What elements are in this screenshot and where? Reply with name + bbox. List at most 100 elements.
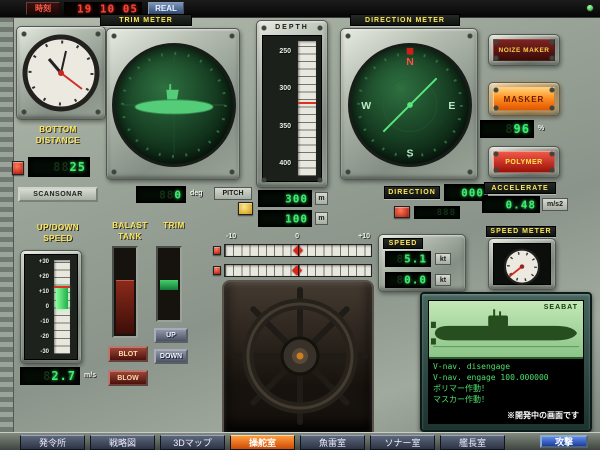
monitor-log-line: V-nav. engage 100.000000	[433, 372, 581, 383]
depth-indicator-button[interactable]	[238, 202, 253, 215]
tab-command-room[interactable]: 発令所	[20, 435, 85, 450]
monitor-sub-view: SEABAT	[429, 301, 583, 359]
compass-west: W	[361, 101, 371, 112]
noize-maker-button[interactable]: NOIZE MAKER	[493, 39, 555, 61]
speed-target-unit: kt	[435, 253, 451, 265]
tab-captain-room[interactable]: 艦長室	[440, 435, 505, 450]
rudder-gauge-2[interactable]	[224, 264, 372, 277]
speed-meter-gauge	[495, 245, 549, 285]
ballast-blot-button[interactable]: BLOT	[108, 346, 148, 362]
tab-3d-map[interactable]: 3Dマップ	[160, 435, 225, 450]
rudder-gauge-1[interactable]	[224, 244, 372, 257]
masker-percent-value: 96	[514, 122, 530, 136]
direction-sub-button[interactable]	[394, 206, 410, 218]
compass-east: E	[448, 101, 455, 112]
tab-sonar-room[interactable]: ソナー室	[370, 435, 435, 450]
bottom-distance-label-line1: BOTTOM	[12, 124, 104, 135]
direction-meter-title: DIRECTION METER	[350, 14, 460, 26]
trim-tank-level	[160, 280, 178, 290]
bottom-distance-display: 8888 25	[28, 157, 90, 177]
depth-scale-label: 300	[279, 85, 291, 92]
compass-north: N	[406, 57, 414, 68]
submarine-profile-icon	[431, 309, 577, 344]
tab-torpedo-room[interactable]: 魚雷室	[300, 435, 365, 450]
accelerate-label: ACCELERATE	[484, 182, 556, 194]
updown-scale-label: +10	[39, 289, 49, 295]
rudder-scale-label: -10	[226, 233, 236, 240]
updown-scale-label: 0	[46, 304, 49, 310]
submarine-name-label: SEABAT	[544, 304, 578, 311]
accelerate-value: 0.48	[506, 198, 537, 211]
updown-label-line2: SPEED	[12, 233, 104, 244]
speedometer-hub	[520, 264, 524, 268]
polymer-button[interactable]: POLYMER	[493, 151, 555, 173]
bottom-distance-label-line2: DISTANCE	[12, 135, 104, 146]
monitor-log: V-nav. disengageV-nav. engage 100.000000…	[433, 361, 581, 405]
bottom-distance-label: BOTTOM DISTANCE	[12, 124, 104, 146]
time-label-button[interactable]: 時刻	[26, 2, 60, 15]
noize-maker-panel: NOIZE MAKER	[488, 34, 560, 66]
depth-scale-label: 400	[279, 160, 291, 167]
tab-helm-room[interactable]: 操舵室	[230, 435, 295, 450]
trim-meter-scope	[112, 43, 236, 167]
updown-scale: +30+20+100-10-20-30	[27, 259, 49, 355]
updown-scale-label: -30	[40, 349, 49, 355]
updown-speed-label: UP/DOWN SPEED	[12, 222, 104, 244]
ballast-label-line1: BALAST	[104, 220, 156, 231]
depth-scale-label: 250	[279, 48, 291, 55]
pitch-label: PITCH	[214, 187, 252, 200]
masker-button[interactable]: MASKER	[493, 87, 555, 111]
direction-meter-scope: N E S W	[348, 43, 472, 167]
analog-clock	[20, 30, 102, 116]
updown-scale-label: -10	[40, 319, 49, 325]
rudder-marker-1	[293, 246, 303, 256]
speed-meter-panel	[488, 238, 556, 290]
depth-marker	[298, 102, 316, 104]
compass-south: S	[407, 148, 414, 159]
top-status-bar: 時刻 19 10 05 REAL	[0, 0, 600, 18]
monitor-screen: SEABAT V-nav. disengageV-nav. engage 100…	[428, 300, 584, 424]
depth-strip	[297, 40, 317, 177]
ballast-blow-button[interactable]: BLOW	[108, 370, 148, 386]
depth-target-value: 300	[285, 192, 308, 205]
updown-scale-label: +20	[39, 274, 49, 280]
trim-meter-panel	[106, 28, 240, 180]
updown-strip	[53, 259, 71, 355]
tab-strategy-map[interactable]: 戦略図	[90, 435, 155, 450]
speed-meter-title: SPEED METER	[486, 226, 556, 237]
trim-meter-title: TRIM METER	[100, 14, 192, 26]
monitor-log-line: ポリマー作動！	[433, 383, 581, 394]
updown-speed-display: 88.8 2.7	[20, 367, 80, 385]
masker-panel: MASKER	[488, 82, 560, 116]
rudder-indicator-1	[213, 246, 221, 255]
direction-label: DIRECTION	[384, 186, 440, 199]
bottom-distance-value: 25	[70, 160, 86, 174]
trim-up-button[interactable]: UP	[154, 328, 188, 343]
updown-speed-gauge: +30+20+100-10-20-30	[20, 250, 82, 364]
updown-scale-label: +30	[39, 259, 49, 265]
ballast-tank-label: BALAST TANK	[104, 220, 156, 242]
trim-down-button[interactable]: DOWN	[154, 349, 188, 364]
scansonar-button[interactable]: SCANSONAR	[18, 187, 98, 202]
wheel-hub-dot	[297, 353, 304, 360]
depth-current-unit: m	[315, 212, 328, 225]
pitch-display: 888 0	[136, 186, 186, 203]
steering-wheel[interactable]	[232, 286, 368, 432]
rudder-marker-2	[292, 266, 302, 276]
ballast-label-line2: TANK	[104, 231, 156, 242]
bottom-distance-indicator[interactable]	[12, 161, 24, 175]
updown-speed-unit: m/s	[84, 372, 96, 379]
depth-gauge-inner: 250300350400	[262, 35, 322, 182]
rudder-scale: -100+10	[224, 231, 372, 241]
status-light	[586, 4, 594, 12]
monitor-footer-note: ※開発中の画面です	[507, 410, 579, 421]
speed-label: SPEED	[383, 238, 423, 249]
speed-panel: SPEED 88.8 5.1 kt 88.8 0.0 kt	[378, 234, 466, 292]
compass-hub	[407, 102, 413, 108]
helm-panel	[222, 280, 374, 432]
north-marker-icon	[407, 48, 414, 55]
accelerate-unit: m/s2	[542, 198, 568, 211]
pitch-value: 0	[174, 188, 182, 201]
attack-button[interactable]: 攻撃	[540, 435, 588, 448]
trim-tank-meter	[156, 246, 182, 322]
